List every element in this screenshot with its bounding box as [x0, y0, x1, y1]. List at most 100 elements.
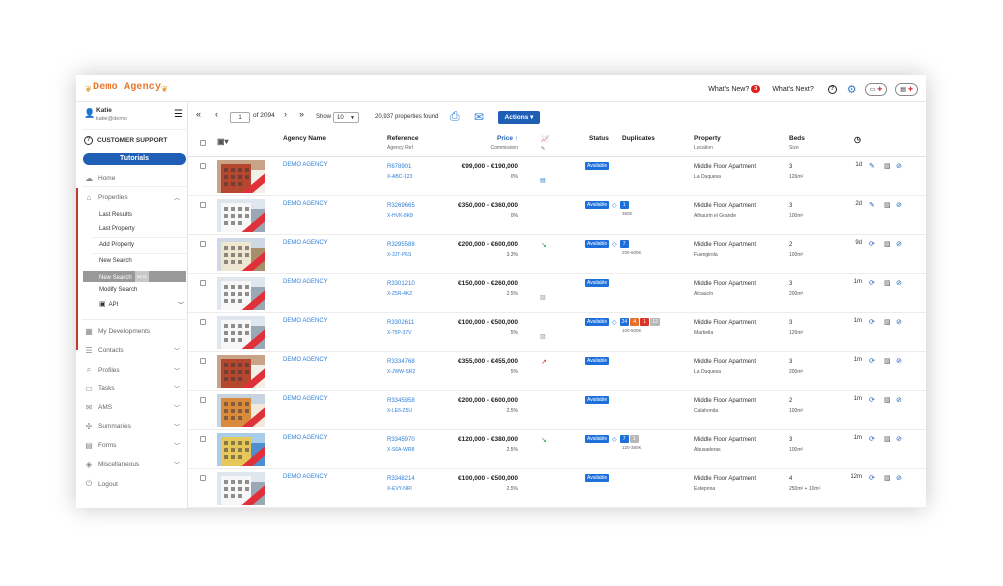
property-thumbnail[interactable] [217, 277, 265, 310]
col-status[interactable]: Status [589, 135, 609, 142]
image-gallery-icon[interactable]: ▨ [884, 474, 891, 482]
customer-support-link[interactable]: ? CUSTOMER SUPPORT [84, 136, 167, 145]
edit-icon[interactable]: ✎ [869, 162, 875, 170]
reference-link[interactable]: R3334768 [387, 357, 415, 367]
col-agency[interactable]: Agency Name [283, 135, 326, 142]
bar-chart-icon[interactable]: ▤ [540, 177, 546, 184]
whats-next-link[interactable]: What's Next? [772, 86, 813, 93]
display-language-toggle[interactable]: ▭ ✚ [864, 82, 888, 96]
duplicate-count-badge[interactable]: 12 [650, 318, 660, 326]
reference-cell[interactable]: R3345970 X-S6A-WR8 [387, 435, 415, 455]
duplicate-count-badge[interactable]: 4 [630, 318, 640, 326]
edit-icon[interactable]: ✎ [869, 201, 875, 209]
table-row[interactable]: DEMO AGENCY R3269665 X-HVK-8K8 €350,000 … [188, 196, 926, 235]
actions-button[interactable]: Actions ▾ [498, 111, 540, 124]
sync-check-icon[interactable]: ⟳ [869, 240, 875, 248]
col-trend[interactable]: 📈 ✎ [541, 135, 549, 152]
agency-ref[interactable]: X-HVK-8K8 [387, 211, 415, 221]
table-row[interactable]: DEMO AGENCY R3301210 X-Z5R-4KZ €150,000 … [188, 274, 926, 313]
sidebar-sub-new-search-beta[interactable]: New Search BETA [83, 271, 186, 282]
property-thumbnail[interactable] [217, 160, 265, 193]
reference-cell[interactable]: R3348214 X-EVY-NRI [387, 474, 415, 494]
reference-link[interactable]: R3302611 [387, 318, 414, 328]
reference-cell[interactable]: R3302611 X-75P-37V [387, 318, 414, 338]
property-thumbnail[interactable] [217, 199, 265, 232]
block-icon[interactable]: ⊘ [896, 474, 902, 482]
reference-cell[interactable]: R3269665 X-HVK-8K8 [387, 201, 415, 221]
property-thumbnail[interactable] [217, 472, 265, 505]
reference-cell[interactable]: R3301210 X-Z5R-4KZ [387, 279, 415, 299]
agency-link[interactable]: DEMO AGENCY [283, 162, 328, 168]
duplicate-count-badge[interactable]: 24 [619, 318, 630, 326]
sidebar-sub-last-results[interactable]: Last Results [99, 212, 132, 218]
row-checkbox[interactable] [200, 241, 206, 247]
duplicate-count-badge[interactable]: 7 [619, 240, 629, 248]
sidebar-item-contacts[interactable]: ☰ Contacts ﹀ [84, 346, 184, 355]
table-row[interactable]: DEMO AGENCY R678901 X-ABC-123 €99,000 - … [188, 157, 926, 196]
agency-link[interactable]: DEMO AGENCY [283, 435, 328, 441]
image-gallery-icon[interactable]: ▨ [884, 396, 891, 404]
property-thumbnail[interactable] [217, 355, 265, 388]
last-page-icon[interactable]: » [299, 109, 304, 119]
row-checkbox[interactable] [200, 280, 206, 286]
table-row[interactable]: DEMO AGENCY R3302611 X-75P-37V €100,000 … [188, 313, 926, 352]
col-property[interactable]: Property Location [694, 135, 721, 151]
hamburger-icon[interactable]: ☰ [174, 109, 183, 120]
agency-ref[interactable]: X-ABC-123 [387, 172, 412, 182]
reference-link[interactable]: R3295588 [387, 240, 415, 250]
duplicate-count-badge[interactable]: 1 [640, 318, 650, 326]
sidebar-item-miscellaneous[interactable]: ◈ Miscellaneous ﹀ [84, 460, 184, 469]
agency-ref[interactable]: X-S6A-WR8 [387, 445, 415, 455]
clock-icon[interactable]: ◷ [854, 135, 861, 144]
agency-ref[interactable]: X-EVY-NRI [387, 484, 415, 494]
reference-cell[interactable]: R678901 X-ABC-123 [387, 162, 412, 182]
whats-new-link[interactable]: What's New? 3 [708, 85, 761, 93]
agency-link[interactable]: DEMO AGENCY [283, 279, 328, 285]
block-icon[interactable]: ⊘ [896, 396, 902, 404]
block-icon[interactable]: ⊘ [896, 162, 902, 170]
property-thumbnail[interactable] [217, 316, 265, 349]
table-row[interactable]: DEMO AGENCY R3345958 X-LE6-Z5U €200,000 … [188, 391, 926, 430]
sidebar-item-forms[interactable]: ▤ Forms ﹀ [84, 441, 184, 450]
reference-link[interactable]: R3345970 [387, 435, 415, 445]
first-page-icon[interactable]: « [196, 109, 201, 119]
row-checkbox[interactable] [200, 202, 206, 208]
col-beds[interactable]: Beds Size [789, 135, 805, 151]
question-circle-icon[interactable]: ? [827, 84, 837, 94]
sidebar-item-properties[interactable]: ⌂ Properties ︿ [84, 193, 184, 202]
page-size-select[interactable]: 10 ▼ [333, 112, 359, 123]
row-checkbox[interactable] [200, 163, 206, 169]
agency-ref[interactable]: X-75P-37V [387, 328, 414, 338]
sidebar-sub-modify-search[interactable]: Modify Search [99, 287, 137, 293]
agency-link[interactable]: DEMO AGENCY [283, 357, 328, 363]
reference-cell[interactable]: R3345958 X-LE6-Z5U [387, 396, 415, 416]
prev-page-icon[interactable]: ‹ [215, 109, 218, 119]
sidebar-item-logout[interactable]: ⏻ Logout [84, 479, 184, 489]
agency-link[interactable]: DEMO AGENCY [283, 318, 328, 324]
sync-check-icon[interactable]: ⟳ [869, 435, 875, 443]
sidebar-item-home[interactable]: ☁ Home [84, 174, 184, 183]
image-gallery-icon[interactable]: ▨ [884, 435, 891, 443]
sync-check-icon[interactable]: ⟳ [869, 318, 875, 326]
image-gallery-icon[interactable]: ▨ [884, 162, 891, 170]
sidebar-sub-new-search[interactable]: New Search [99, 258, 132, 264]
property-thumbnail[interactable] [217, 433, 265, 466]
sidebar-sub-api[interactable]: ▣ API ﹀ [99, 300, 184, 309]
agency-ref[interactable]: X-JWW-SR2 [387, 367, 415, 377]
col-duplicates[interactable]: Duplicates [622, 135, 655, 142]
image-gallery-icon[interactable]: ▨ [884, 240, 891, 248]
row-checkbox[interactable] [200, 475, 206, 481]
page-number-input[interactable]: 1 [230, 112, 250, 123]
image-gallery-icon[interactable]: ▨ [884, 279, 891, 287]
block-icon[interactable]: ⊘ [896, 279, 902, 287]
print-icon[interactable]: ⎙ [450, 109, 460, 124]
image-gallery-icon[interactable]: ▨ [884, 357, 891, 365]
sync-check-icon[interactable]: ⟳ [869, 396, 875, 404]
property-thumbnail[interactable] [217, 394, 265, 427]
sidebar-sub-add-property[interactable]: Add Property [99, 242, 134, 248]
chat-language-toggle[interactable]: ▤ ✚ [895, 82, 918, 96]
reference-cell[interactable]: R3334768 X-JWW-SR2 [387, 357, 415, 377]
row-checkbox[interactable] [200, 397, 206, 403]
block-icon[interactable]: ⊘ [896, 318, 902, 326]
duplicate-count-badge[interactable]: 1 [629, 435, 639, 443]
